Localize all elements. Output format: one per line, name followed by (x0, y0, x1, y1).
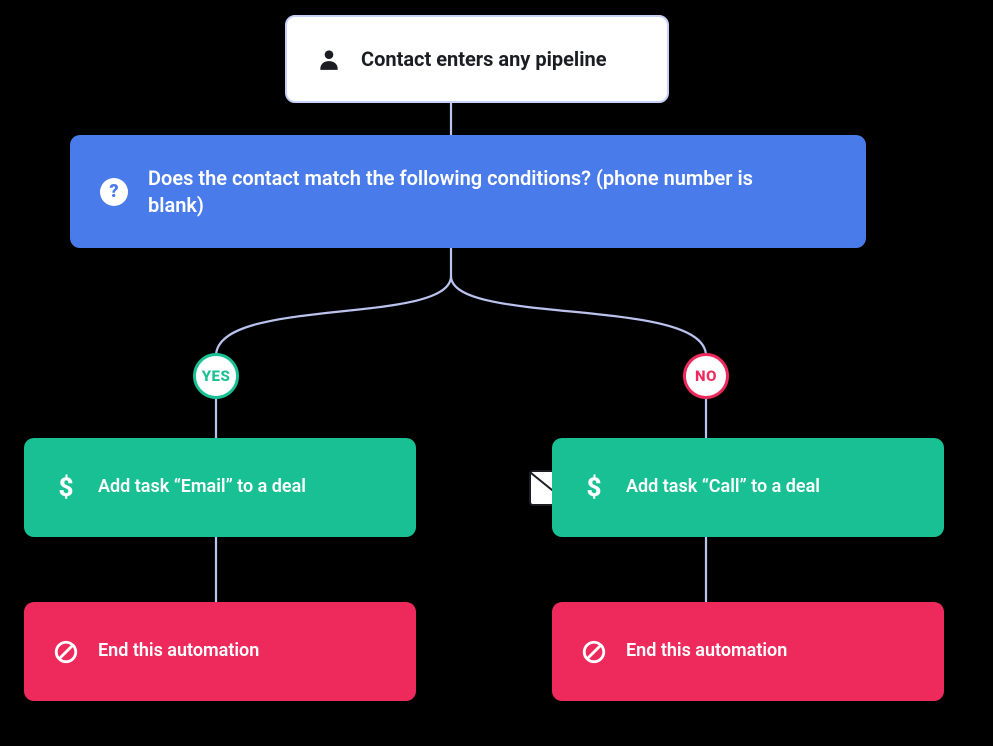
action-card-no[interactable]: $ Add task “Call” to a deal (552, 438, 944, 537)
condition-card[interactable]: ? Does the contact match the following c… (70, 135, 866, 248)
prohibit-icon (52, 639, 80, 665)
prohibit-icon (580, 639, 608, 665)
dollar-icon: $ (52, 473, 80, 503)
condition-label: Does the contact match the following con… (148, 165, 788, 219)
dollar-icon: $ (580, 473, 608, 503)
branch-yes-label: YES (202, 367, 231, 385)
trigger-label: Contact enters any pipeline (361, 46, 639, 73)
end-card-yes[interactable]: End this automation (24, 602, 416, 701)
question-icon: ? (98, 178, 130, 206)
end-no-label: End this automation (626, 639, 916, 663)
branch-badge-yes: YES (193, 353, 239, 399)
branch-no-label: NO (695, 367, 717, 385)
person-icon (315, 46, 343, 72)
end-yes-label: End this automation (98, 639, 388, 663)
action-no-label: Add task “Call” to a deal (626, 475, 916, 499)
trigger-card[interactable]: Contact enters any pipeline (285, 15, 669, 103)
automation-flow-diagram: Contact enters any pipeline ? Does the c… (0, 0, 993, 746)
branch-badge-no: NO (683, 353, 729, 399)
end-card-no[interactable]: End this automation (552, 602, 944, 701)
action-card-yes[interactable]: $ Add task “Email” to a deal (24, 438, 416, 537)
action-yes-label: Add task “Email” to a deal (98, 475, 388, 499)
